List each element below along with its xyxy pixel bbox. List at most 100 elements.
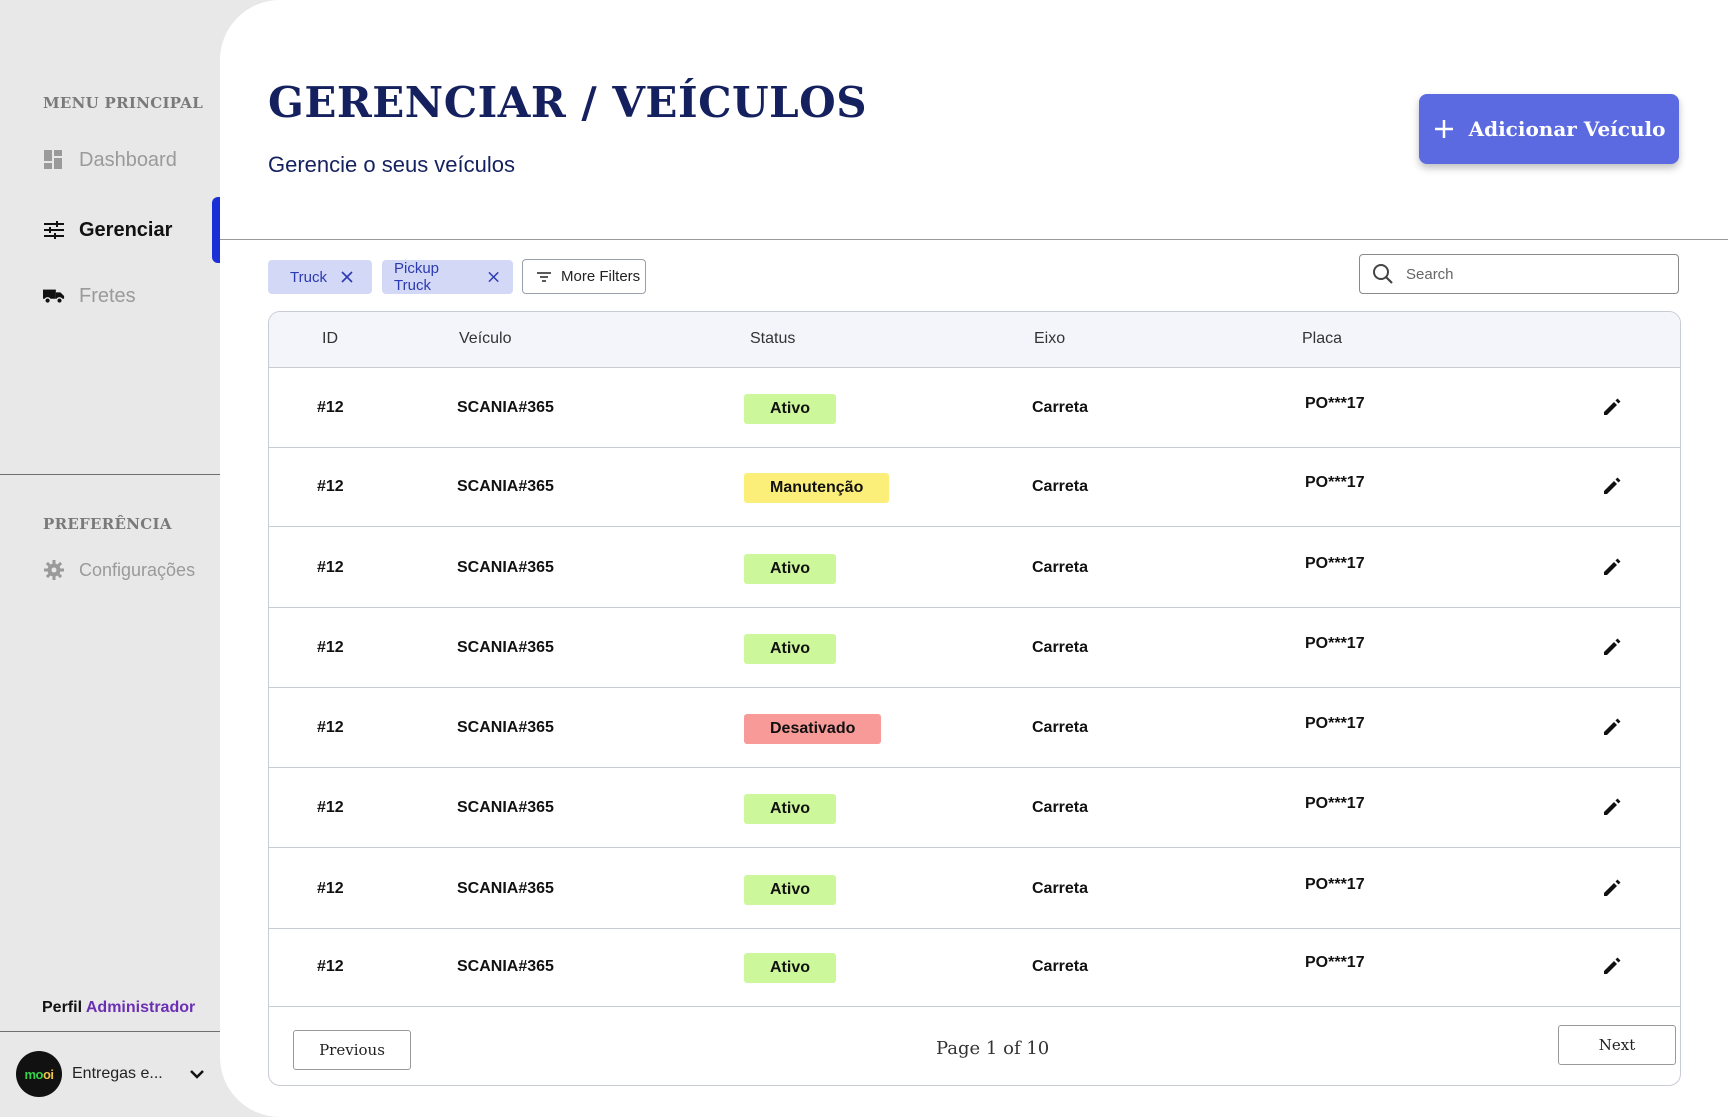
edit-icon[interactable] xyxy=(1601,796,1623,818)
add-vehicle-label: Adicionar Veículo xyxy=(1468,117,1666,141)
sidebar-item-label: Dashboard xyxy=(79,148,177,171)
more-filters-button[interactable]: More Filters xyxy=(522,259,646,294)
column-header-eixo: Eixo xyxy=(1034,330,1066,347)
cell-veiculo: SCANIA#365 xyxy=(457,719,554,736)
cell-veiculo: SCANIA#365 xyxy=(457,478,554,495)
menu-section-title: MENU PRINCIPAL xyxy=(43,94,204,112)
column-header-id: ID xyxy=(322,330,338,347)
main-panel: GERENCIAR / VEÍCULOS Gerencie o seus veí… xyxy=(220,0,1728,1117)
cell-eixo: Carreta xyxy=(1032,399,1089,416)
search-box[interactable] xyxy=(1359,254,1679,294)
cell-eixo: Carreta xyxy=(1032,719,1089,736)
logo-text: mo xyxy=(24,1066,43,1082)
filter-chip-pickup-truck[interactable]: Pickup Truck xyxy=(382,260,513,294)
company-logo: mo oi xyxy=(16,1051,62,1097)
cell-placa: PO***17 xyxy=(1305,795,1365,812)
search-input[interactable] xyxy=(1406,265,1656,283)
table-header: ID Veículo Status Eixo Placa xyxy=(269,312,1680,368)
sidebar-item-dashboard[interactable]: Dashboard xyxy=(43,140,220,180)
cell-eixo: Carreta xyxy=(1032,880,1089,897)
page-info: Page 1 of 10 xyxy=(936,1038,1050,1059)
cell-eixo: Carreta xyxy=(1032,799,1089,816)
sidebar-item-label: Fretes xyxy=(79,284,136,307)
column-header-status: Status xyxy=(750,330,796,347)
cell-id: #12 xyxy=(317,799,344,816)
status-badge: Manutenção xyxy=(744,473,890,503)
close-icon[interactable] xyxy=(341,271,353,283)
close-icon[interactable] xyxy=(488,271,499,283)
edit-icon[interactable] xyxy=(1601,636,1623,658)
previous-button[interactable]: Previous xyxy=(293,1030,411,1070)
company-name: Entregas e... xyxy=(72,1065,163,1082)
sidebar-divider xyxy=(0,474,220,475)
edit-icon[interactable] xyxy=(1601,955,1623,977)
page-subtitle: Gerencie o seus veículos xyxy=(268,152,516,177)
table-row: #12 SCANIA#365 Ativo Carreta PO***17 xyxy=(269,368,1680,448)
cell-id: #12 xyxy=(317,639,344,656)
edit-icon[interactable] xyxy=(1601,475,1623,497)
column-header-veiculo: Veículo xyxy=(459,330,512,347)
sidebar-item-gerenciar[interactable]: Gerenciar xyxy=(43,210,220,250)
chevron-down-icon[interactable] xyxy=(188,1065,206,1083)
search-icon xyxy=(1373,264,1393,284)
filter-chip-truck[interactable]: Truck xyxy=(268,260,372,294)
tune-icon xyxy=(43,219,65,241)
add-vehicle-button[interactable]: Adicionar Veículo xyxy=(1419,94,1679,164)
company-switcher[interactable]: mo oi Entregas e... xyxy=(16,1051,206,1097)
pagination: Previous Page 1 of 10 Next xyxy=(269,1009,1680,1085)
table-row: #12 SCANIA#365 Ativo Carreta PO***17 xyxy=(269,608,1680,688)
cell-placa: PO***17 xyxy=(1305,954,1365,971)
status-badge: Ativo xyxy=(744,953,836,983)
cell-id: #12 xyxy=(317,958,344,975)
edit-icon[interactable] xyxy=(1601,396,1623,418)
sidebar-item-fretes[interactable]: Fretes xyxy=(43,276,220,316)
cell-veiculo: SCANIA#365 xyxy=(457,799,554,816)
status-badge: Ativo xyxy=(744,794,836,824)
status-badge: Ativo xyxy=(744,634,836,664)
status-badge: Ativo xyxy=(744,875,836,905)
profile-label: Perfil Administrador xyxy=(42,999,195,1017)
sidebar-item-label: Gerenciar xyxy=(79,218,173,241)
status-badge: Desativado xyxy=(744,714,882,744)
profile-prefix: Perfil xyxy=(42,999,83,1016)
cell-eixo: Carreta xyxy=(1032,639,1089,656)
cell-placa: PO***17 xyxy=(1305,474,1365,491)
cell-veiculo: SCANIA#365 xyxy=(457,639,554,656)
truck-icon xyxy=(43,285,65,307)
page-title: GERENCIAR / VEÍCULOS xyxy=(268,78,868,127)
edit-icon[interactable] xyxy=(1601,556,1623,578)
column-header-placa: Placa xyxy=(1302,330,1343,347)
filter-icon xyxy=(537,271,551,282)
cell-veiculo: SCANIA#365 xyxy=(457,958,554,975)
sidebar: MENU PRINCIPAL Dashboard Gerenciar Frete… xyxy=(0,0,222,1117)
table-row: #12 SCANIA#365 Ativo Carreta PO***17 xyxy=(269,528,1680,608)
edit-icon[interactable] xyxy=(1601,877,1623,899)
filter-chip-label: Truck xyxy=(290,268,327,286)
gear-icon xyxy=(43,559,65,581)
sidebar-item-configuracoes[interactable]: Configurações xyxy=(43,550,220,590)
filter-chip-label: Pickup Truck xyxy=(394,260,440,294)
logo-text: oi xyxy=(42,1066,54,1082)
status-badge: Ativo xyxy=(744,554,836,584)
table-row: #12 SCANIA#365 Ativo Carreta PO***17 xyxy=(269,849,1680,929)
edit-icon[interactable] xyxy=(1601,716,1623,738)
cell-veiculo: SCANIA#365 xyxy=(457,880,554,897)
table-row: #12 SCANIA#365 Manutenção Carreta PO***17 xyxy=(269,447,1680,527)
table-row: #12 SCANIA#365 Ativo Carreta PO***17 xyxy=(269,927,1680,1007)
cell-id: #12 xyxy=(317,478,344,495)
cell-id: #12 xyxy=(317,559,344,576)
cell-veiculo: SCANIA#365 xyxy=(457,559,554,576)
profile-role: Administrador xyxy=(85,999,196,1016)
vehicles-table: ID Veículo Status Eixo Placa #12 SCANIA#3… xyxy=(268,311,1681,1086)
cell-eixo: Carreta xyxy=(1032,958,1089,975)
sidebar-item-label: Configurações xyxy=(79,559,196,580)
next-button[interactable]: Next xyxy=(1558,1025,1676,1065)
dashboard-icon xyxy=(43,149,65,171)
cell-id: #12 xyxy=(317,399,344,416)
cell-placa: PO***17 xyxy=(1305,395,1365,412)
cell-placa: PO***17 xyxy=(1305,876,1365,893)
status-badge: Ativo xyxy=(744,394,836,424)
preference-section-title: PREFERÊNCIA xyxy=(43,515,172,533)
cell-placa: PO***17 xyxy=(1305,635,1365,652)
cell-placa: PO***17 xyxy=(1305,555,1365,572)
